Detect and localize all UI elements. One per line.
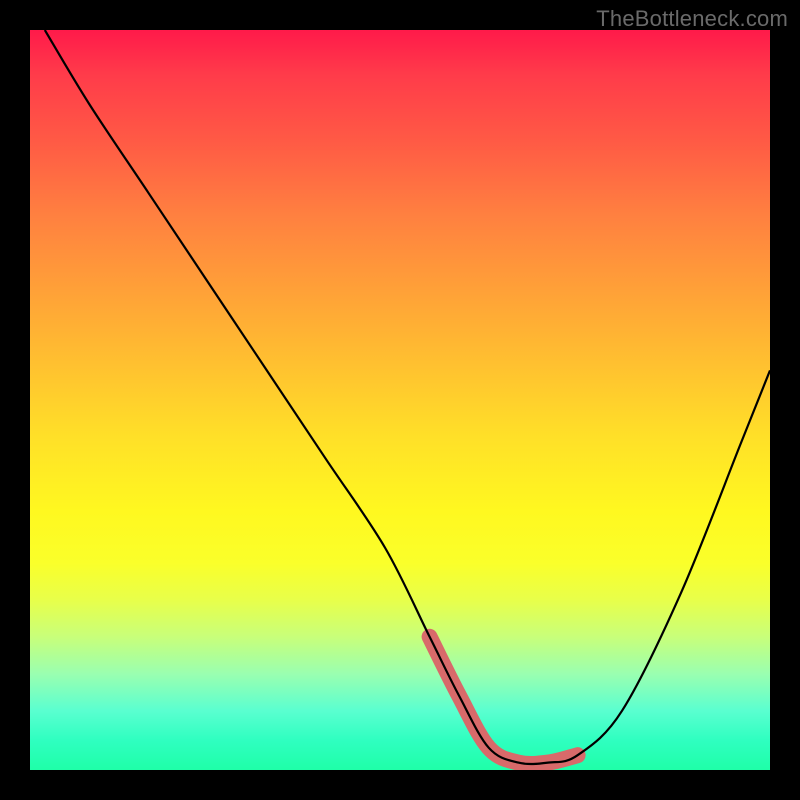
bottleneck-curve <box>45 30 770 764</box>
chart-svg <box>30 30 770 770</box>
bottleneck-highlight <box>430 637 578 764</box>
watermark-text: TheBottleneck.com <box>596 6 788 32</box>
